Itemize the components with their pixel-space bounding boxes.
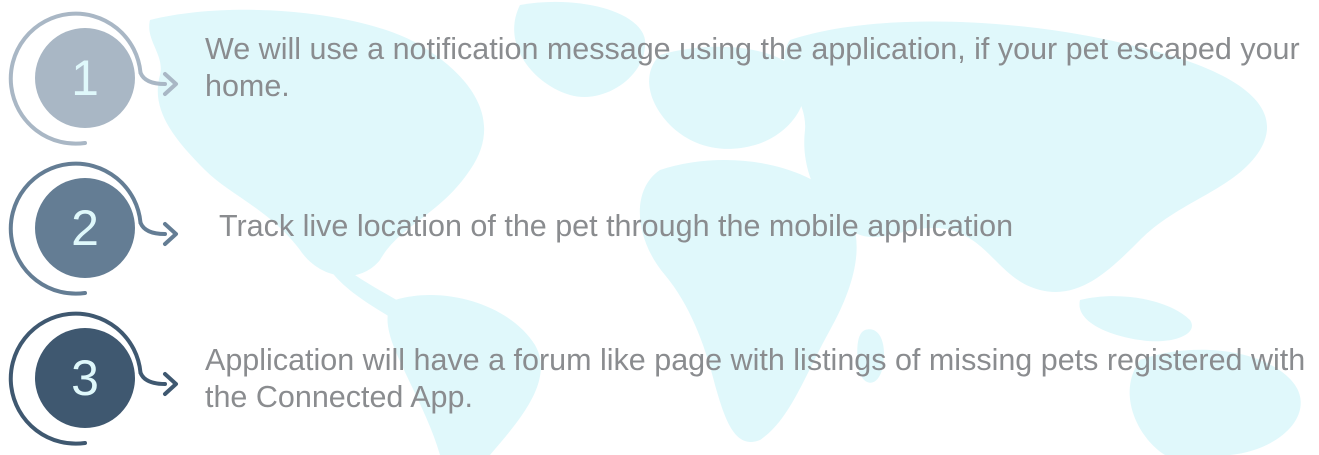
step-1: 1 We will use a notification message usi… <box>0 0 1319 150</box>
step-1-text: We will use a notification message using… <box>205 32 1300 103</box>
arrow-right-icon <box>138 70 178 96</box>
step-3-text: Application will have a forum like page … <box>205 343 1306 414</box>
step-2-number: 2 <box>71 200 99 256</box>
steps-list: 1 We will use a notification message usi… <box>0 0 1319 455</box>
step-3-number: 3 <box>71 350 99 406</box>
arrow-right-icon <box>138 220 178 246</box>
step-2: 2 Track live location of the pet through… <box>0 150 1319 300</box>
arrow-right-icon <box>138 370 178 396</box>
step-2-text: Track live location of the pet through t… <box>219 209 1014 243</box>
step-1-number: 1 <box>71 50 99 106</box>
step-3: 3 Application will have a forum like pag… <box>0 300 1319 450</box>
